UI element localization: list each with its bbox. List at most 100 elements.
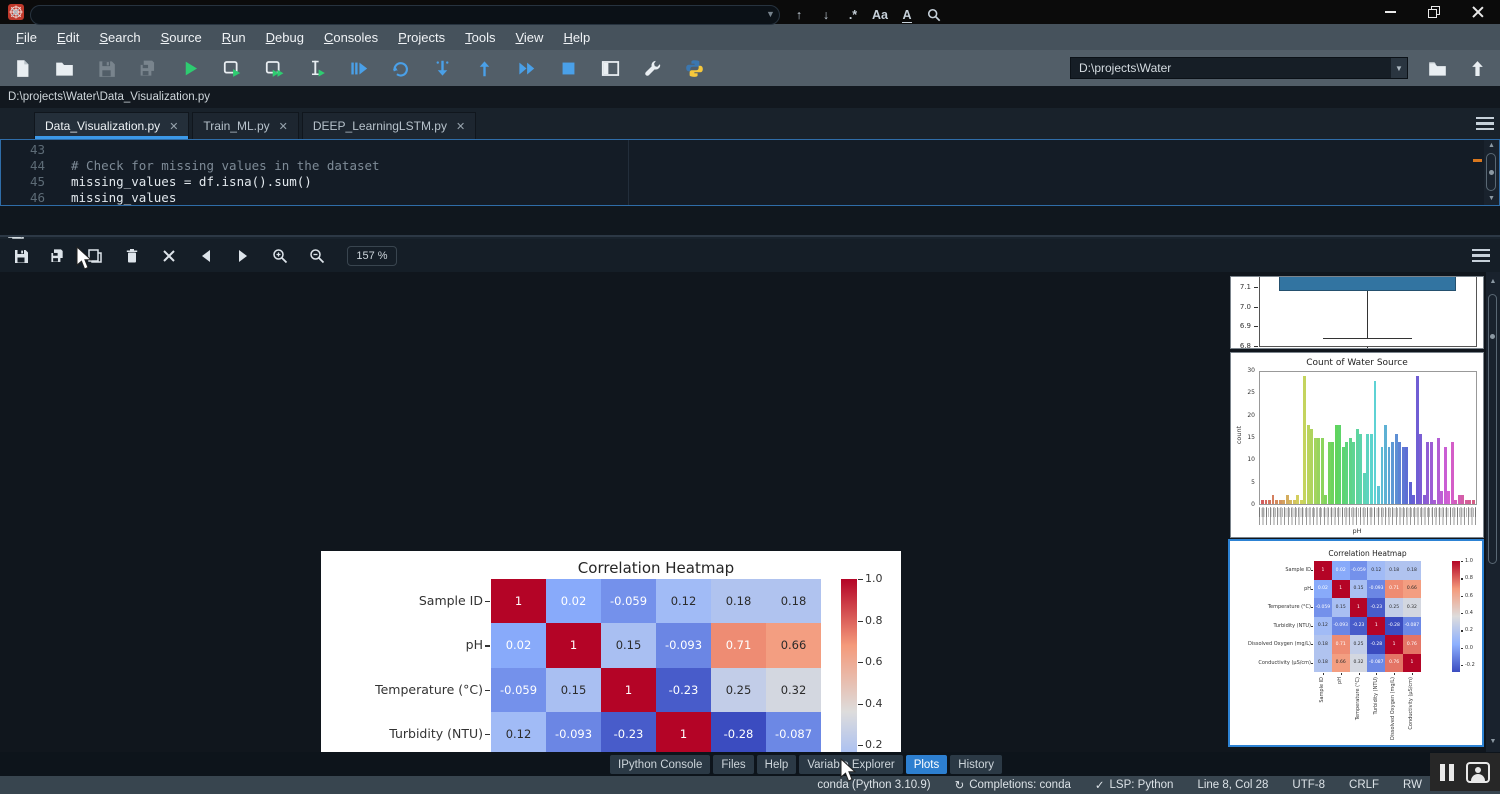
axis-tick	[1254, 346, 1258, 347]
menu-item-debug[interactable]: Debug	[256, 26, 314, 49]
stop-debugging-button[interactable]	[554, 54, 582, 82]
continue-execution-button[interactable]	[512, 54, 540, 82]
plots-toolbar: 157 %	[0, 239, 1500, 272]
menu-item-search[interactable]: Search	[89, 26, 150, 49]
bar	[1363, 473, 1366, 504]
step-return-button[interactable]	[470, 54, 498, 82]
restore-button[interactable]	[1412, 0, 1456, 24]
heatmap-cell: 1	[1385, 635, 1403, 654]
whole-words-icon[interactable]: A	[896, 4, 918, 26]
menu-item-source[interactable]: Source	[151, 26, 212, 49]
axis-tick	[1311, 607, 1313, 608]
menu-item-tools[interactable]: Tools	[455, 26, 505, 49]
menu-item-edit[interactable]: Edit	[47, 26, 89, 49]
bar	[1468, 500, 1471, 504]
browse-directory-button[interactable]	[1424, 56, 1450, 80]
find-previous-icon[interactable]: ↑	[788, 4, 810, 26]
menu-item-projects[interactable]: Projects	[388, 26, 455, 49]
scroll-down-icon[interactable]: ▼	[1486, 738, 1500, 745]
save-all-plots-button[interactable]	[45, 243, 71, 269]
tab-close-icon[interactable]: ✕	[456, 120, 465, 133]
debug-file-button[interactable]	[344, 54, 372, 82]
menu-item-file[interactable]: File	[6, 26, 47, 49]
parent-directory-button[interactable]	[1464, 56, 1490, 80]
plots-zoom-level[interactable]: 157 %	[347, 246, 397, 266]
scroll-up-icon[interactable]: ▲	[1486, 278, 1500, 285]
pane-tab-files[interactable]: Files	[713, 755, 753, 774]
scroll-down-icon[interactable]: ▼	[1484, 195, 1499, 202]
pause-icon[interactable]	[1440, 764, 1454, 781]
run-cell-advance-button[interactable]	[260, 54, 288, 82]
code-editor[interactable]: 4344# Check for missing values in the da…	[0, 139, 1500, 206]
python-path-manager-button[interactable]	[680, 54, 708, 82]
find-bar	[0, 206, 1500, 237]
next-plot-button[interactable]	[230, 243, 256, 269]
minimize-button[interactable]	[1368, 0, 1412, 24]
search-icon[interactable]	[923, 4, 945, 26]
remove-all-plots-button[interactable]	[156, 243, 182, 269]
tab-close-icon[interactable]: ✕	[169, 120, 178, 133]
thumbnail-heatmap-selected[interactable]: Correlation HeatmapSample ID10.02-0.0590…	[1228, 539, 1484, 747]
new-file-button[interactable]	[8, 54, 36, 82]
find-history-caret-icon[interactable]: ▼	[766, 9, 775, 19]
chevron-down-icon[interactable]: ▼	[1391, 58, 1407, 78]
menu-item-consoles[interactable]: Consoles	[314, 26, 388, 49]
thumbnail-boxplot[interactable]: 7.17.06.96.8	[1230, 276, 1484, 349]
regex-icon[interactable]: .*	[842, 4, 864, 26]
editor-tab-data-visualization-py[interactable]: Data_Visualization.py✕	[34, 112, 189, 139]
menu-item-run[interactable]: Run	[212, 26, 256, 49]
run-file-button[interactable]	[176, 54, 204, 82]
working-directory-combobox[interactable]: D:\projects\Water ▼	[1070, 57, 1408, 79]
colorbar-tick	[1461, 561, 1463, 562]
axis-tick	[485, 734, 490, 735]
editor-options-icon[interactable]	[1476, 117, 1494, 130]
bar	[1307, 425, 1310, 504]
save-plot-button[interactable]	[8, 243, 34, 269]
thumbnail-countplot[interactable]: Count of Water SourcecountpH051015202530	[1230, 352, 1484, 538]
maximize-pane-icon	[601, 59, 620, 78]
snapshot-person-icon[interactable]	[1466, 762, 1490, 783]
thumbnails-scrollbar[interactable]: ▲ ▼	[1486, 272, 1500, 752]
heatmap-row-label: Conductivity (µS/cm)	[1230, 660, 1311, 666]
colorbar-tick	[858, 621, 863, 622]
tab-close-icon[interactable]: ✕	[279, 120, 288, 133]
heatmap-cell: 0.18	[1314, 635, 1332, 654]
previous-plot-button[interactable]	[193, 243, 219, 269]
zoom-out-button[interactable]	[304, 243, 330, 269]
run-selection-button[interactable]	[302, 54, 330, 82]
thumbnail-countplot-title: Count of Water Source	[1231, 358, 1483, 368]
axis-tick-label: 10	[1239, 456, 1255, 463]
bar	[1398, 442, 1401, 504]
editor-tab-train-ml-py[interactable]: Train_ML.py ✕	[192, 112, 298, 139]
menu-item-help[interactable]: Help	[553, 26, 600, 49]
run-cell-button[interactable]	[218, 54, 246, 82]
zoom-in-icon	[272, 248, 288, 264]
pane-tab-ipython-console[interactable]: IPython Console	[610, 755, 710, 774]
code-line: missing_values	[71, 190, 176, 206]
find-next-icon[interactable]: ↓	[815, 4, 837, 26]
axis-tick	[1394, 673, 1395, 675]
case-sensitive-icon[interactable]: Aa	[869, 4, 891, 26]
re-run-cell-icon	[391, 59, 410, 78]
zoom-in-button[interactable]	[267, 243, 293, 269]
editor-scrollbar[interactable]: ▲ ▼	[1484, 140, 1499, 205]
scroll-up-icon[interactable]: ▲	[1484, 142, 1499, 149]
plots-options-icon[interactable]	[1472, 249, 1490, 262]
pane-tab-help[interactable]: Help	[757, 755, 797, 774]
re-run-cell-button[interactable]	[386, 54, 414, 82]
find-close-icon[interactable]: ✕	[10, 5, 21, 21]
find-input[interactable]	[30, 5, 780, 25]
maximize-pane-button[interactable]	[596, 54, 624, 82]
step-into-button[interactable]	[428, 54, 456, 82]
working-directory-value: D:\projects\Water	[1079, 61, 1171, 75]
pane-tab-history[interactable]: History	[950, 755, 1002, 774]
open-file-button[interactable]	[50, 54, 78, 82]
menu-item-view[interactable]: View	[505, 26, 553, 49]
tab-label: Train_ML.py	[203, 119, 269, 133]
preferences-button[interactable]	[638, 54, 666, 82]
remove-plot-button[interactable]	[119, 243, 145, 269]
editor-tab-deep-learninglstm-py[interactable]: DEEP_LearningLSTM.py✕	[302, 112, 476, 139]
close-button[interactable]	[1456, 0, 1500, 24]
pane-tab-plots[interactable]: Plots	[906, 755, 948, 774]
bar	[1416, 376, 1419, 504]
